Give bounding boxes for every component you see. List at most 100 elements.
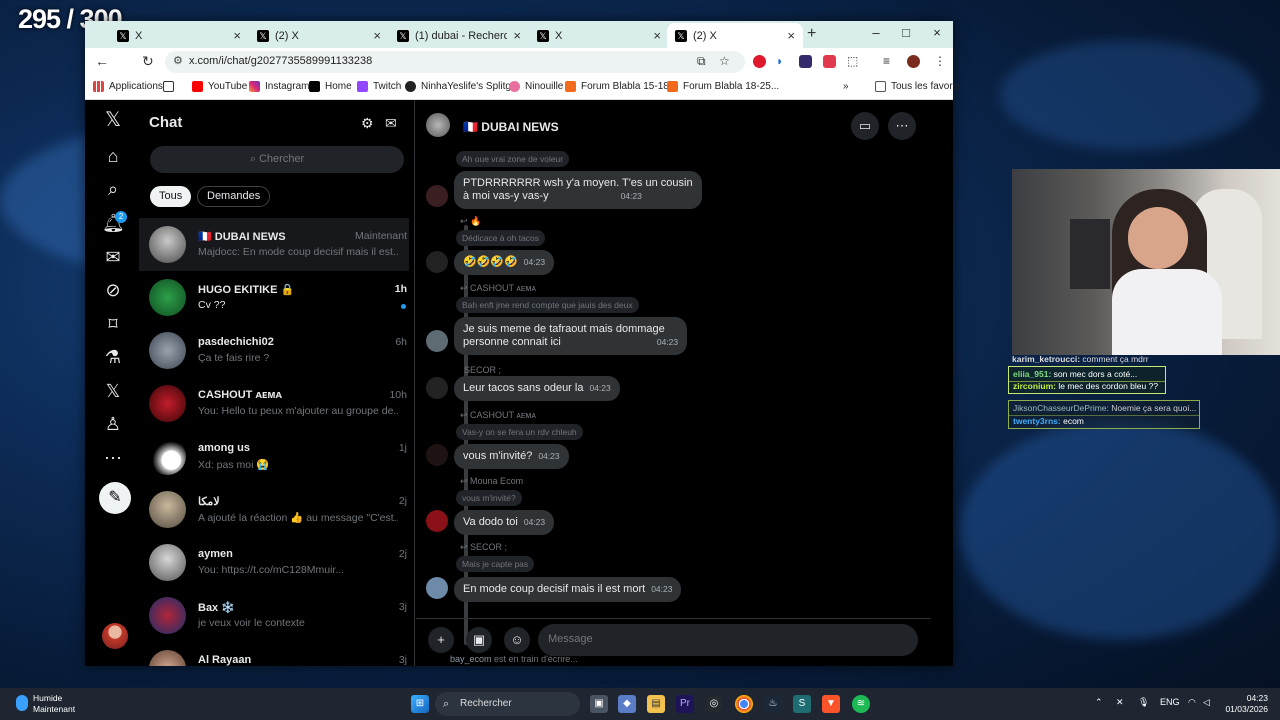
emoji-button[interactable]: ☺ [504, 627, 530, 653]
filter-requests[interactable]: Demandes [197, 186, 271, 207]
post-button[interactable]: ✎ [99, 482, 131, 514]
minimize-button[interactable]: – [866, 25, 886, 40]
video-call-icon[interactable]: ▭ [851, 112, 879, 140]
message-bubble[interactable]: 🤣🤣🤣🤣 04:23 [454, 250, 555, 275]
message-bubble[interactable]: vous m'invité? 04:23 [454, 444, 569, 469]
message-bubble[interactable]: Leur tacos sans odeur la 04:23 [454, 376, 620, 401]
browser-tab[interactable]: 𝕏 (2) X × [249, 23, 389, 48]
conversation-item[interactable]: Al Rayaan 3j [139, 642, 409, 666]
close-icon[interactable]: × [233, 28, 241, 43]
browser-tab[interactable]: 𝕏(1) dubai - Recherche / X× [389, 23, 529, 48]
premium-x-icon[interactable]: 𝕏 [102, 380, 124, 402]
wifi-icon[interactable]: ◠ [1188, 697, 1196, 708]
bookmark-ninouille[interactable]: Ninouille [509, 81, 563, 92]
all-bookmarks[interactable]: Tous les favoris [875, 81, 960, 92]
file-explorer-icon[interactable]: ▤ [647, 695, 665, 713]
brave-icon[interactable]: ▼ [822, 695, 840, 713]
search-icon[interactable]: ⌕ [102, 178, 124, 200]
conversation-item[interactable]: HUGO EKITIKE 🔒 1h Cv ?? [139, 271, 409, 324]
close-window-button[interactable]: × [927, 25, 947, 40]
quoted-message[interactable]: vous m'invité? [456, 490, 522, 506]
reload-icon[interactable]: ↻ [142, 53, 154, 70]
chrome-icon[interactable] [735, 695, 753, 713]
conversation-item[interactable]: 🇫🇷 DUBAI NEWS Maintenant Majdocc: En mod… [139, 218, 409, 271]
browser-tab[interactable]: 𝕏 X × [109, 23, 249, 48]
bookmark-apps[interactable]: Applications [93, 81, 163, 92]
spotify-icon[interactable]: ≋ [852, 695, 870, 713]
add-attachment-button[interactable]: + [428, 627, 454, 653]
bookmark-forum-15-18[interactable]: Forum Blabla 15-18... [565, 81, 677, 92]
extensions-puzzle-icon[interactable]: ⬚ [847, 54, 858, 68]
site-info-icon[interactable]: ⚙ [173, 54, 183, 67]
conversation-item[interactable]: pasdechichi02 6h Ça te fais rire ? [139, 324, 409, 377]
new-tab-button[interactable]: + [807, 25, 816, 43]
maximize-button[interactable]: □ [896, 25, 916, 40]
conversation-item[interactable]: aymen 2j You: https://t.co/mC128Mmuir... [139, 536, 409, 589]
audio-extension-icon[interactable]: ◗ [776, 54, 783, 68]
communities-icon[interactable]: ⚗ [102, 346, 124, 368]
extension-icon[interactable] [799, 55, 812, 68]
profile-icon[interactable]: ♙ [102, 413, 124, 435]
conversation-item[interactable]: CASHOUT ᴀᴇᴍᴀ 10h You: Hello tu peux m'aj… [139, 377, 409, 430]
bookmark-grid-icon[interactable] [163, 81, 179, 92]
settings-gear-icon[interactable]: ⚙ [361, 115, 374, 132]
close-icon[interactable]: × [373, 28, 381, 43]
message-bubble[interactable]: PTDRRRRRRR wsh y'a moyen. T'es un cousin… [454, 171, 702, 209]
github-desktop-icon[interactable]: ◎ [705, 695, 723, 713]
tray-app-icon[interactable]: ✕ [1116, 697, 1124, 708]
widgets-icon[interactable]: ◆ [618, 695, 636, 713]
message-input[interactable]: Message [538, 624, 918, 656]
quoted-message[interactable]: Vas-y on se fera un rdv chleuh [456, 424, 583, 440]
browser-tab-active[interactable]: 𝕏 (2) X × [667, 23, 803, 48]
bookmark-splitgate[interactable]: NinhaYeslife's Splitg... [405, 81, 519, 92]
system-clock[interactable]: 04:23 01/03/2026 [1218, 693, 1268, 715]
weather-widget[interactable]: Humide Maintenant [16, 693, 75, 714]
chat-search-input[interactable]: ⌕ Chercher [150, 146, 404, 173]
filter-all[interactable]: Tous [150, 186, 192, 207]
app-icon[interactable]: S [793, 695, 811, 713]
windows-start-icon[interactable]: ⊞ [411, 695, 429, 713]
message-bubble[interactable]: Je suis meme de tafraout mais dommage pe… [454, 317, 688, 355]
menu-kebab-icon[interactable]: ⋮ [934, 54, 946, 68]
home-icon[interactable]: ⌂ [102, 145, 124, 167]
install-icon[interactable]: ⧉ [697, 54, 706, 69]
back-icon[interactable]: ← [95, 53, 109, 69]
conversation-item[interactable]: Bax ❄️ 3j je veux voir le contexte [139, 589, 409, 642]
steam-icon[interactable]: ♨ [764, 695, 782, 713]
bookmark-home[interactable]: Home [309, 81, 352, 92]
bookmark-forum-18-25[interactable]: Forum Blabla 18-25... [667, 81, 779, 92]
account-avatar[interactable] [102, 623, 128, 649]
more-options-icon[interactable]: ⋯ [888, 112, 916, 140]
quoted-message[interactable]: Bah enft jme rend compte que jauis des d… [456, 297, 639, 313]
grok-icon[interactable]: ⊘ [102, 279, 124, 301]
browser-tab[interactable]: 𝕏 X × [529, 23, 669, 48]
task-view-icon[interactable]: ▣ [590, 695, 608, 713]
close-icon[interactable]: × [787, 28, 795, 43]
url-field[interactable]: ⚙ x.com/i/chat/g2027735589991133238 [165, 51, 745, 73]
premiere-icon[interactable]: Pr [676, 695, 694, 713]
close-icon[interactable]: × [653, 28, 661, 43]
tray-overflow-icon[interactable]: ⌃ [1095, 697, 1103, 708]
extension-icon[interactable] [823, 55, 836, 68]
microphone-icon[interactable]: 🎙︎ [1138, 697, 1149, 708]
taskbar-search[interactable]: ⌕ Rechercher [435, 692, 580, 716]
bookmark-instagram[interactable]: Instagram [249, 81, 309, 92]
x-logo-icon[interactable]: 𝕏 [102, 109, 124, 131]
close-icon[interactable]: × [513, 28, 521, 43]
profile-avatar[interactable] [907, 55, 920, 68]
reading-list-icon[interactable]: ≡ [883, 54, 890, 68]
group-avatar[interactable] [426, 113, 450, 137]
conversation-item[interactable]: لامكا 2j A ajouté la réaction 👍 au messa… [139, 483, 409, 536]
opera-extension-icon[interactable] [753, 55, 766, 68]
message-bubble[interactable]: Va dodo toi 04:23 [454, 510, 555, 535]
quoted-message[interactable]: Dédicace à oh tacos [456, 230, 546, 246]
quoted-message[interactable]: Ah oue vrai zone de voleur [456, 151, 570, 167]
new-message-icon[interactable]: ✉ [385, 115, 397, 132]
volume-icon[interactable]: ◁ [1203, 697, 1210, 708]
star-icon[interactable]: ☆ [719, 54, 730, 68]
quoted-message[interactable]: Mais je capte pas [456, 556, 535, 572]
bookmark-youtube[interactable]: YouTube [192, 81, 247, 92]
conversation-item[interactable]: among us 1j Xd: pas moi 😭 [139, 430, 409, 483]
more-icon[interactable]: ⋯ [102, 447, 124, 469]
gif-button[interactable]: ▣ [466, 627, 492, 653]
